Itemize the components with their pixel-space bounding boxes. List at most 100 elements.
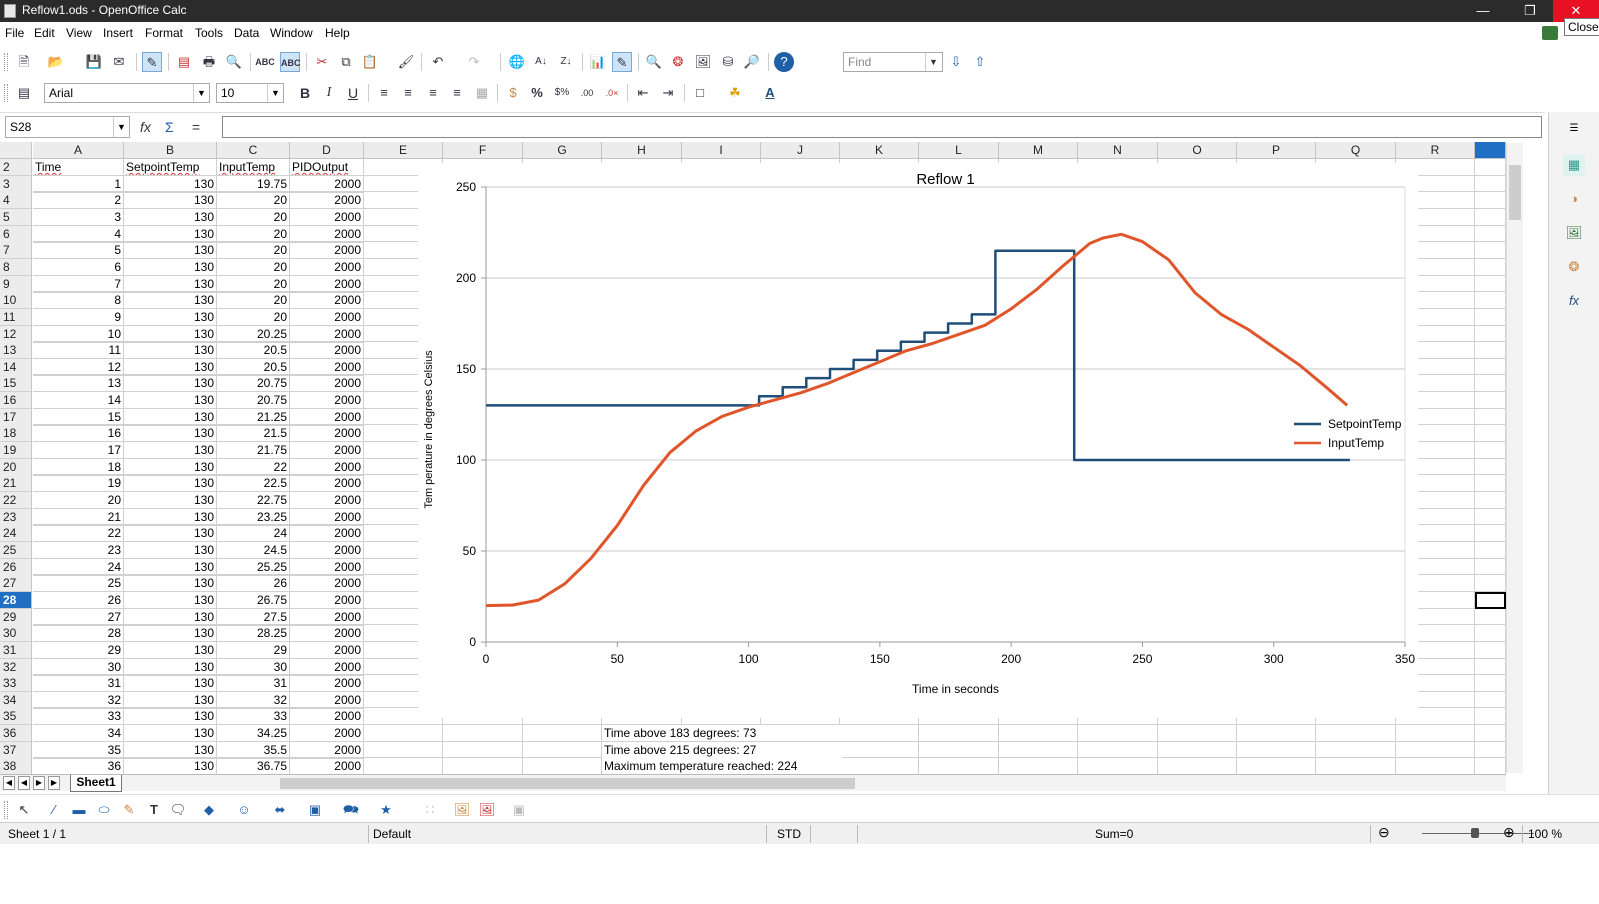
data-cell[interactable]: 20 [33,492,124,509]
data-cell[interactable]: 27 [33,608,124,626]
data-cell[interactable]: 22 [217,458,290,476]
name-box[interactable]: S28 ▼ [5,116,130,138]
sum-display[interactable]: Sum=0 [1095,827,1133,841]
row-header[interactable]: 29 [0,608,32,626]
column-title-cell[interactable]: PIDOutput [290,159,364,176]
styles-formatting-icon[interactable]: ◑ [1563,188,1585,210]
zoom-level[interactable]: 100 % [1528,827,1562,841]
merge-cells-icon[interactable]: ▦ [472,83,492,103]
zoom-slider-thumb[interactable] [1471,828,1479,838]
data-cell[interactable]: 2000 [290,325,364,343]
column-header[interactable]: E [364,142,443,159]
data-cell[interactable]: 20 [217,275,290,293]
data-cell[interactable]: 2000 [290,725,364,743]
open-folder-icon[interactable]: 📂 [46,52,66,72]
data-cell[interactable]: 7 [33,275,124,293]
row-header[interactable]: 12 [0,325,32,343]
data-cell[interactable]: 21 [33,508,124,526]
selected-cell-outline[interactable] [1475,591,1506,609]
data-cell[interactable]: 20.75 [217,392,290,410]
standard-format-icon[interactable]: $% [552,83,572,103]
select-all-corner[interactable] [0,142,32,159]
symbol-shapes-icon[interactable]: ☺ [234,800,254,820]
row-header[interactable]: 25 [0,541,32,559]
data-cell[interactable]: 130 [124,708,217,726]
zoom-out-icon[interactable]: ⊖ [1378,824,1390,841]
bold-icon[interactable]: B [295,83,315,103]
formula-input[interactable] [222,116,1542,138]
data-cell[interactable]: 2000 [290,442,364,460]
row-header[interactable]: 23 [0,508,32,526]
data-cell[interactable]: 2000 [290,691,364,709]
data-cell[interactable]: 21.5 [217,425,290,443]
data-cell[interactable]: 29 [33,641,124,659]
row-header[interactable]: 37 [0,741,32,759]
data-cell[interactable]: 130 [124,425,217,443]
freeform-icon[interactable]: ✎ [119,800,139,820]
row-header[interactable]: 11 [0,308,32,326]
data-cell[interactable]: 130 [124,741,217,759]
email-icon[interactable]: ✉ [109,52,129,72]
row-header[interactable]: 32 [0,658,32,676]
column-header[interactable]: C [217,142,290,159]
data-cell[interactable]: 16 [33,425,124,443]
data-cell[interactable]: 11 [33,342,124,360]
ellipse-icon[interactable]: ⬭ [94,800,114,820]
data-cell[interactable]: 130 [124,492,217,509]
data-cell[interactable]: 130 [124,225,217,243]
data-cell[interactable]: 130 [124,292,217,310]
block-arrows-icon[interactable]: ⬌ [270,800,290,820]
data-cell[interactable]: 2000 [290,375,364,393]
select-arrow-icon[interactable]: ↖ [14,800,34,820]
data-cell[interactable]: 22 [33,525,124,543]
extrusion-icon[interactable]: ▣ [509,800,529,820]
cut-icon[interactable]: ✂ [312,52,332,72]
data-cell[interactable]: 2000 [290,675,364,693]
data-cell[interactable]: 13 [33,375,124,393]
column-title-cell[interactable]: Time [33,159,124,176]
column-header[interactable]: J [761,142,840,159]
row-header[interactable]: 38 [0,758,32,776]
data-cell[interactable]: 10 [33,325,124,343]
export-pdf-icon[interactable]: ▤ [174,52,194,72]
data-cell[interactable]: 130 [124,442,217,460]
data-cell[interactable]: 2000 [290,525,364,543]
styles-icon[interactable]: ▤ [14,83,34,103]
data-cell[interactable]: 24 [217,525,290,543]
italic-icon[interactable]: I [319,83,339,103]
data-cell[interactable]: 2000 [290,758,364,776]
data-cell[interactable]: 20 [217,292,290,310]
find-replace-icon[interactable]: 🔍 [644,52,664,72]
row-header[interactable]: 31 [0,641,32,659]
column-header[interactable]: I [682,142,761,159]
data-cell[interactable]: 26 [217,575,290,593]
font-size-box[interactable]: 10 ▼ [216,83,284,103]
row-header[interactable]: 10 [0,292,32,310]
data-cell[interactable]: 2000 [290,225,364,243]
menu-format[interactable]: Format [145,26,183,40]
data-cell[interactable]: 2000 [290,658,364,676]
data-cell[interactable]: 130 [124,541,217,559]
name-box-dropdown-icon[interactable]: ▼ [113,117,129,137]
data-cell[interactable]: 19.75 [217,175,290,193]
row-header[interactable]: 26 [0,558,32,576]
save-icon[interactable]: 💾 [84,52,104,72]
row-header[interactable]: 14 [0,358,32,376]
data-cell[interactable]: 130 [124,508,217,526]
line-icon[interactable]: ∕ [44,800,64,820]
last-sheet-icon[interactable]: ▶ [48,776,60,790]
function-icon[interactable]: = [192,119,200,135]
find-next-icon[interactable]: ⇩ [946,52,966,72]
data-cell[interactable]: 130 [124,475,217,493]
data-cell[interactable]: 2000 [290,275,364,293]
basic-shapes-icon[interactable]: ◆ [199,800,219,820]
toolbar-grip[interactable] [4,801,8,819]
print-preview-icon[interactable]: 🔍 [224,52,244,72]
flowchart-icon[interactable]: ▣ [305,800,325,820]
align-center-icon[interactable]: ≡ [398,83,418,103]
data-cell[interactable]: 2000 [290,342,364,360]
data-cell[interactable]: 27.5 [217,608,290,626]
menu-help[interactable]: Help [325,26,350,40]
data-cell[interactable]: 130 [124,208,217,226]
first-sheet-icon[interactable]: ◀ [3,776,15,790]
